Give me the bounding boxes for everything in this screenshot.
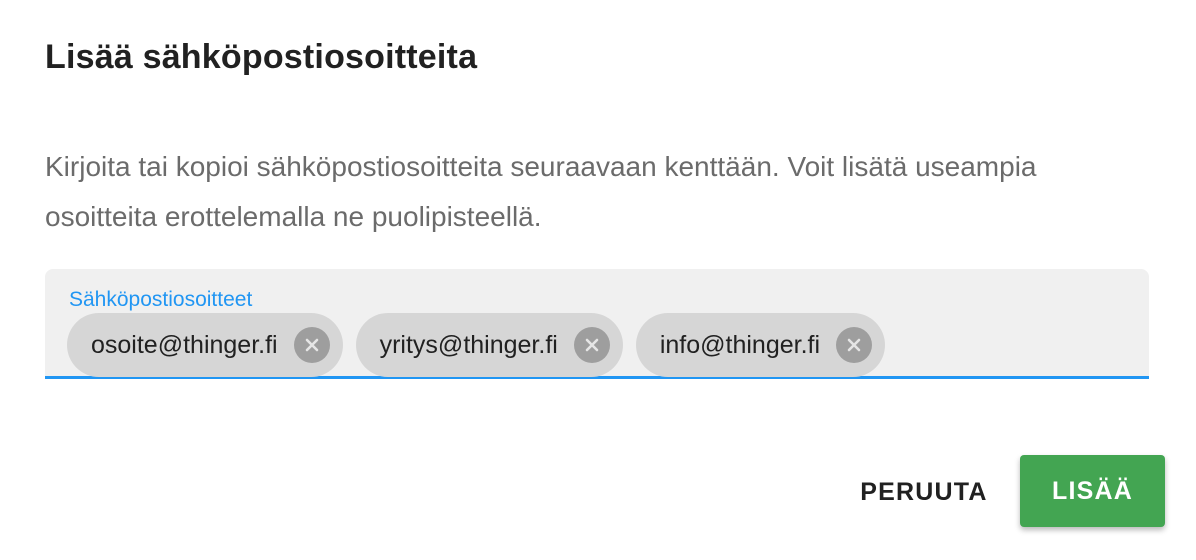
add-button[interactable]: LISÄÄ (1020, 455, 1165, 527)
dialog-description: Kirjoita tai kopioi sähköpostiosoitteita… (45, 151, 1037, 232)
email-chip[interactable]: yritys@thinger.fi (355, 313, 623, 377)
close-circle-icon[interactable] (836, 327, 873, 363)
close-circle-icon[interactable] (573, 327, 610, 363)
email-field-label: Sähköpostiosoitteet (69, 288, 253, 311)
email-chip-label: yritys@thinger.fi (379, 330, 558, 359)
email-chip[interactable]: osoite@thinger.fi (67, 313, 343, 377)
close-circle-icon[interactable] (293, 327, 330, 363)
cancel-button[interactable]: PERUUTA (846, 462, 1002, 522)
email-chip-label: osoite@thinger.fi (91, 330, 278, 359)
email-chip[interactable]: info@thinger.fi (635, 313, 886, 377)
email-chip-label: info@thinger.fi (659, 330, 821, 359)
email-chip-list: osoite@thinger.fi yritys@thinger.fi info… (67, 313, 886, 377)
dialog-title: Lisää sähköpostiosoitteita (45, 38, 478, 76)
add-emails-dialog: Lisää sähköpostiosoitteita Kirjoita tai … (0, 0, 1196, 560)
email-chip-input[interactable]: Sähköpostiosoitteet osoite@thinger.fi yr… (45, 269, 1149, 379)
